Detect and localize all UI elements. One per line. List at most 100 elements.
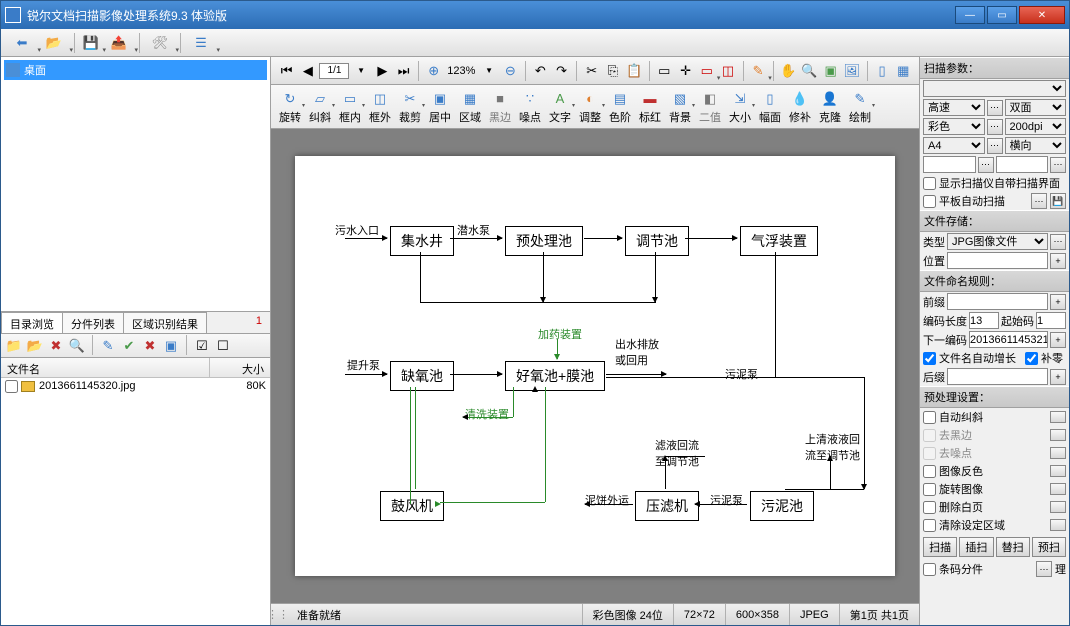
ruler-icon[interactable]: ▭ [655,60,674,82]
tab-browse[interactable]: 目录浏览 [1,312,63,333]
ribbon-标红[interactable]: ▬标红 [635,87,665,126]
col-filename[interactable]: 文件名 [1,358,210,377]
insert-scan-button[interactable]: 插扫 [959,537,993,557]
suffix-input[interactable] [947,368,1048,385]
ribbon-色阶[interactable]: ▤色阶 [605,87,635,126]
ribbon-旋转[interactable]: ↻旋转 [275,87,305,126]
ribbon-修补[interactable]: 💧修补 [785,87,815,126]
suffix-btn[interactable]: + [1050,369,1066,385]
tab-split[interactable]: 分件列表 [62,312,124,333]
hand-icon[interactable]: ✋ [779,60,798,82]
magnify-icon[interactable]: 🔍 [800,60,819,82]
preview-icon[interactable]: 🖼 [842,60,861,82]
show-ui-check[interactable] [923,177,936,190]
minimize-button[interactable]: — [955,6,985,24]
next-page-icon[interactable]: ▶ [373,60,392,82]
zoom-in-icon[interactable]: ⊕ [424,60,443,82]
flatbed-save[interactable]: 💾 [1050,193,1066,209]
pp-opts-6[interactable] [1050,519,1066,531]
pp-opts-5[interactable] [1050,501,1066,513]
close-button[interactable]: ✕ [1019,6,1065,24]
tools-button[interactable]: 🛠 [145,32,175,54]
color-btn[interactable]: ⋯ [987,119,1003,135]
pad-check[interactable] [1025,352,1038,365]
pencil-icon[interactable]: ✎ [749,60,768,82]
canvas-viewport[interactable]: 集水井 预处理池 调节池 气浮装置 缺氧池 好氧池+膜池 鼓风机 压滤机 污泥池… [271,129,919,603]
ribbon-纠斜[interactable]: ▱纠斜 [305,87,335,126]
pp-opts-4[interactable] [1050,483,1066,495]
last-page-icon[interactable]: ⏭ [394,60,413,82]
select-rect-icon[interactable]: ◫ [718,60,737,82]
ribbon-背景[interactable]: ▧背景 [665,87,695,126]
pp-opts-2[interactable] [1050,447,1066,459]
prev-page-icon[interactable]: ◀ [298,60,317,82]
filetype-select[interactable]: JPG图像文件 [947,233,1048,250]
open-button[interactable]: 📂 [39,32,69,54]
compare-icon[interactable]: ▣ [821,60,840,82]
speed-btn[interactable]: ⋯ [987,100,1003,116]
startcode-input[interactable] [1036,312,1066,329]
scanner-select[interactable] [923,80,1066,97]
preview-scan-button[interactable]: 预扫 [1032,537,1066,557]
paper-btn[interactable]: ⋯ [987,138,1003,154]
pp-opts-0[interactable] [1050,411,1066,423]
ribbon-幅面[interactable]: ▯幅面 [755,87,785,126]
file-list[interactable]: 2013661145320.jpg 80K [1,378,270,626]
tree-root[interactable]: 桌面 [4,60,267,80]
filetype-btn[interactable]: ⋯ [1050,234,1066,250]
zoom-out-icon[interactable]: ⊖ [501,60,520,82]
ribbon-裁剪[interactable]: ✂裁剪 [395,87,425,126]
ribbon-绘制[interactable]: ✎绘制 [845,87,875,126]
pp-check-0[interactable] [923,411,936,424]
duplex-select[interactable]: 双面 [1005,99,1067,116]
save-button[interactable]: 💾 [80,32,102,54]
contrast-btn[interactable]: ⋯ [1050,157,1066,173]
ribbon-框外[interactable]: ◫框外 [365,87,395,126]
ribbon-大小[interactable]: ⇲大小 [725,87,755,126]
back-button[interactable]: ⬅ [7,32,37,54]
ribbon-克隆[interactable]: 👤克隆 [815,87,845,126]
export-button[interactable]: 📤 [104,32,134,54]
tree-view[interactable]: 桌面 [1,57,270,312]
zoom-icon[interactable]: ▣ [162,336,180,354]
new-folder-icon[interactable]: 📁 [5,336,23,354]
location-input[interactable] [947,252,1048,269]
pp-check-6[interactable] [923,519,936,532]
first-page-icon[interactable]: ⏮ [277,60,296,82]
pp-opts-3[interactable] [1050,465,1066,477]
ribbon-区域[interactable]: ▦区域 [455,87,485,126]
paste-icon[interactable]: 📋 [625,60,644,82]
contrast-input[interactable] [996,156,1049,173]
tab-ocr[interactable]: 区域识别结果 [123,312,207,333]
nextcode-btn[interactable]: + [1050,332,1066,348]
redo-icon[interactable]: ↷ [552,60,571,82]
flatbed-check[interactable] [923,195,936,208]
undo-icon[interactable]: ↶ [531,60,550,82]
file-row[interactable]: 2013661145320.jpg 80K [1,378,270,395]
copy-icon[interactable]: ⎘ [603,60,622,82]
bright-btn[interactable]: ⋯ [978,157,994,173]
nextcode-input[interactable] [969,331,1048,348]
marquee-icon[interactable]: ▭ [697,60,716,82]
pp-opts-1[interactable] [1050,429,1066,441]
crosshair-icon[interactable]: ✛ [676,60,695,82]
open-folder-icon[interactable]: 📂 [26,336,44,354]
flatbed-opts[interactable]: ⋯ [1031,193,1047,209]
paper-select[interactable]: A4 [923,137,985,154]
ribbon-框内[interactable]: ▭框内 [335,87,365,126]
page-dd-icon[interactable]: ▼ [351,60,370,82]
page-input[interactable] [319,63,349,79]
check-icon[interactable]: ✔ [120,336,138,354]
deselect-icon[interactable]: ☐ [214,336,232,354]
file-checkbox[interactable] [5,380,18,393]
remove-icon[interactable]: ✖ [141,336,159,354]
loc-btn[interactable]: + [1050,253,1066,269]
barcode-opts[interactable]: ⋯ [1036,561,1052,577]
maximize-button[interactable]: ▭ [987,6,1017,24]
replace-scan-button[interactable]: 替扫 [996,537,1030,557]
prefix-input[interactable] [947,293,1048,310]
cut-icon[interactable]: ✂ [582,60,601,82]
pp-check-3[interactable] [923,465,936,478]
ribbon-调整[interactable]: ◐调整 [575,87,605,126]
col-filesize[interactable]: 大小 [210,358,270,377]
